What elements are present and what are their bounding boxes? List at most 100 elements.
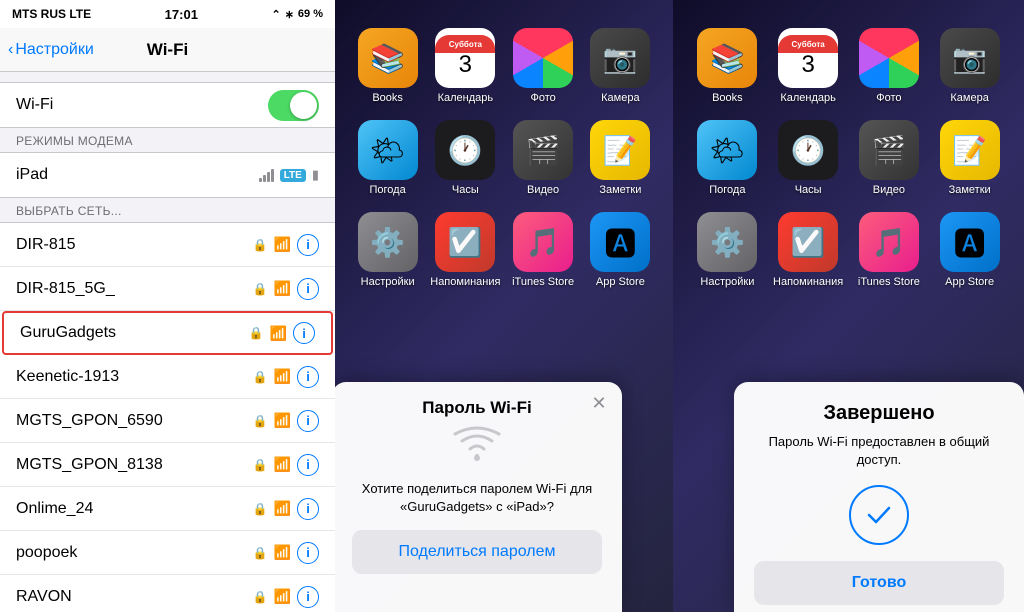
network-name: MGTS_GPON_8138: [16, 456, 163, 474]
network-row[interactable]: DIR-815 🔒 📶 i: [0, 223, 335, 267]
app-icon-weather2[interactable]: 🌤 Погода: [691, 120, 764, 196]
back-button[interactable]: ‹ Настройки: [8, 41, 94, 59]
app-icon-clock[interactable]: 🕐 Часы: [430, 120, 500, 196]
share-password-button[interactable]: Поделиться паролем: [352, 530, 602, 574]
modem-section-header: РЕЖИМЫ МОДЕМА: [0, 128, 335, 152]
info-button[interactable]: i: [297, 278, 319, 300]
clock-icon2: 🕐: [778, 120, 838, 180]
app-icon-appstore[interactable]: 🅰 App Store: [586, 212, 655, 288]
photos-label: Фото: [530, 92, 555, 104]
calendar-label: Календарь: [438, 92, 494, 104]
reminders-icon2: ☑️: [778, 212, 838, 272]
itunes-label2: iTunes Store: [858, 276, 920, 288]
app-icon-photos[interactable]: Фото: [508, 28, 577, 104]
video-icon2: 🎬: [859, 120, 919, 180]
checkmark-icon: [864, 500, 894, 530]
info-button[interactable]: i: [297, 366, 319, 388]
ipad-row[interactable]: iPad LTE ▮: [0, 153, 335, 197]
app-icon-itunes[interactable]: 🎵 iTunes Store: [508, 212, 577, 288]
info-button[interactable]: i: [297, 410, 319, 432]
info-button[interactable]: i: [297, 542, 319, 564]
network-row[interactable]: MGTS_GPON_8138 🔒 📶 i: [0, 443, 335, 487]
settings-icon2: ⚙️: [697, 212, 757, 272]
networks-header: ВЫБРАТЬ СЕТЬ...: [0, 198, 335, 222]
network-icons: 🔒 📶 i: [249, 322, 315, 344]
info-button[interactable]: i: [293, 322, 315, 344]
settings-content: Wi-Fi РЕЖИМЫ МОДЕМА iPad: [0, 72, 335, 612]
network-row[interactable]: RAVON 🔒 📶 i: [0, 575, 335, 612]
network-icons: 🔒 📶 i: [253, 410, 319, 432]
battery-label: 69 %: [298, 8, 323, 20]
itunes-icon: 🎵: [513, 212, 573, 272]
app-icon-notes2[interactable]: 📝 Заметки: [933, 120, 1006, 196]
app-icon-camera2[interactable]: 📷 Камера: [933, 28, 1006, 104]
info-button[interactable]: i: [297, 498, 319, 520]
network-row[interactable]: Onlime_24 🔒 📶 i: [0, 487, 335, 531]
network-icons: 🔒 📶 i: [253, 278, 319, 300]
close-button[interactable]: ✕: [588, 392, 610, 414]
lock-icon: 🔒: [253, 502, 268, 516]
app-icon-video2[interactable]: 🎬 Видео: [853, 120, 926, 196]
info-button[interactable]: i: [297, 234, 319, 256]
network-name: DIR-815: [16, 236, 76, 254]
network-name: DIR-815_5G_: [16, 280, 115, 298]
app-icon-reminders2[interactable]: ☑️ Напоминания: [772, 212, 845, 288]
wifi-toggle-row[interactable]: Wi-Fi: [0, 83, 335, 127]
app-icon-itunes2[interactable]: 🎵 iTunes Store: [853, 212, 926, 288]
calendar-icon2: Суббота 3: [778, 28, 838, 88]
app-icon-calendar2[interactable]: Суббота 3 Календарь: [772, 28, 845, 104]
ipad-label: iPad: [16, 166, 48, 184]
wifi-toggle[interactable]: [268, 90, 319, 121]
time-label: 17:01: [165, 7, 198, 22]
app-grid: 📚 Books Суббота 3 Календарь Фото 📷 Камер…: [345, 20, 663, 296]
battery-area: ⌃ ∗ 69 %: [271, 8, 323, 21]
itunes-label: iTunes Store: [512, 276, 574, 288]
weather-icon: 🌤: [358, 120, 418, 180]
app-icon-video[interactable]: 🎬 Видео: [508, 120, 577, 196]
network-row[interactable]: DIR-815_5G_ 🔒 📶 i: [0, 267, 335, 311]
weather-label: Погода: [370, 184, 406, 196]
network-icons: 🔒 📶 i: [253, 454, 319, 476]
info-button[interactable]: i: [297, 454, 319, 476]
camera-icon: 📷: [590, 28, 650, 88]
bar3: [267, 172, 270, 182]
app-icon-camera[interactable]: 📷 Камера: [586, 28, 655, 104]
page-title: Wi-Fi: [147, 40, 188, 60]
ipad-panel-left: 📚 Books Суббота 3 Календарь Фото 📷 Камер…: [335, 0, 673, 612]
app-icon-notes[interactable]: 📝 Заметки: [586, 120, 655, 196]
app-icon-settings[interactable]: ⚙️ Настройки: [353, 212, 422, 288]
done-button[interactable]: Готово: [754, 561, 1004, 605]
network-icons: 🔒 📶 i: [253, 586, 319, 608]
app-icon-weather[interactable]: 🌤 Погода: [353, 120, 422, 196]
app-icon-clock2[interactable]: 🕐 Часы: [772, 120, 845, 196]
app-icon-calendar[interactable]: Суббота 3 Календарь: [430, 28, 500, 104]
carrier-label: MTS RUS LTE: [12, 7, 91, 21]
network-row[interactable]: Keenetic-1913 🔒 📶 i: [0, 355, 335, 399]
appstore-icon2: 🅰: [940, 212, 1000, 272]
app-icon-reminders[interactable]: ☑️ Напоминания: [430, 212, 500, 288]
location-icon: ⌃: [271, 8, 280, 21]
network-row[interactable]: MGTS_GPON_6590 🔒 📶 i: [0, 399, 335, 443]
video-label: Видео: [527, 184, 559, 196]
wifi-signal-icon: 📶: [270, 325, 287, 342]
app-icon-photos2[interactable]: Фото: [853, 28, 926, 104]
done-dialog-title: Завершено: [823, 402, 934, 425]
modem-group: iPad LTE ▮: [0, 152, 335, 198]
signal-bars: [259, 169, 274, 182]
app-icon-settings2[interactable]: ⚙️ Настройки: [691, 212, 764, 288]
video-label2: Видео: [873, 184, 905, 196]
ipad-signal: LTE ▮: [259, 167, 319, 183]
itunes-icon2: 🎵: [859, 212, 919, 272]
weather-icon2: 🌤: [697, 120, 757, 180]
network-row[interactable]: poopoek 🔒 📶 i: [0, 531, 335, 575]
networks-section: ВЫБРАТЬ СЕТЬ... DIR-815 🔒 📶 i DIR-815_5G…: [0, 198, 335, 612]
info-button[interactable]: i: [297, 586, 319, 608]
wifi-signal-icon: 📶: [274, 588, 291, 605]
app-icon-books2[interactable]: 📚 Books: [691, 28, 764, 104]
app-icon-books[interactable]: 📚 Books: [353, 28, 422, 104]
battery-icon: ▮: [312, 167, 319, 183]
lock-icon: 🔒: [253, 414, 268, 428]
calendar-label2: Календарь: [780, 92, 836, 104]
app-icon-appstore2[interactable]: 🅰 App Store: [933, 212, 1006, 288]
network-row-selected[interactable]: GuruGadgets 🔒 📶 i: [2, 311, 333, 355]
